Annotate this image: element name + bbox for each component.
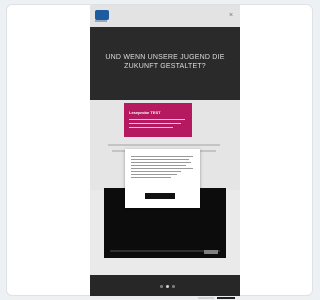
- promo-title: Leseprobe TEST: [129, 110, 161, 115]
- mobile-page: × UND WENN UNSERE JUGEND DIE ZUKUNFT GES…: [90, 5, 240, 299]
- cookie-dialog: [125, 149, 200, 208]
- promo-text-line: [129, 123, 181, 124]
- promo-banner[interactable]: Leseprobe TEST: [124, 103, 192, 137]
- cookie-text: [131, 156, 193, 180]
- promo-text-line: [129, 127, 173, 128]
- cookie-accept-button[interactable]: [145, 193, 175, 199]
- promo-text-line: [129, 119, 185, 120]
